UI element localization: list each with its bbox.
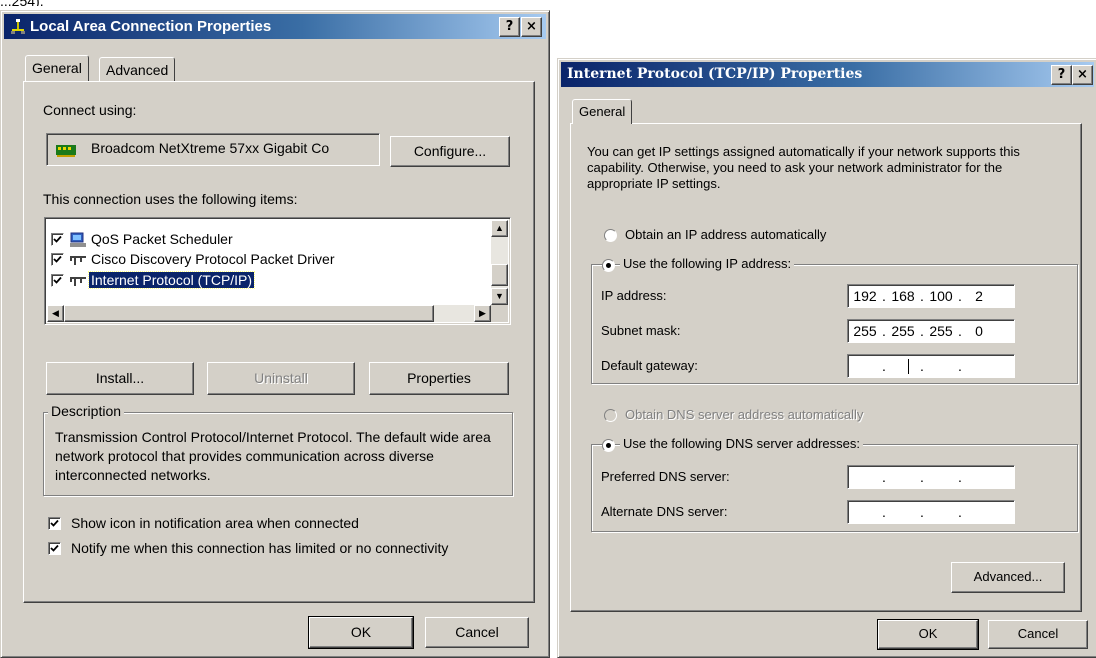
install-label: Install... (95, 370, 145, 386)
show-icon-label[interactable]: Show icon in notification area when conn… (71, 515, 359, 531)
description-group: Description Transmission Control Protoco… (43, 403, 513, 496)
help-button[interactable]: ? (1051, 65, 1072, 85)
scroll-left-arrow-icon[interactable]: ◀ (47, 305, 64, 322)
configure-button[interactable]: Configure... (390, 136, 510, 167)
ip-address-field[interactable]: 192 . 168 . 100 . 2 (847, 284, 1015, 308)
notify-checkbox[interactable] (48, 542, 61, 555)
vertical-scrollbar[interactable]: ▲ ▼ (491, 220, 508, 305)
tcpip-checkbox[interactable] (51, 274, 64, 287)
close-button[interactable]: × (521, 17, 542, 37)
auto-dns-label[interactable]: Obtain DNS server address automatically (625, 407, 863, 422)
cancel-button[interactable]: Cancel (988, 620, 1088, 649)
auto-ip-radio[interactable] (604, 229, 617, 242)
notify-label[interactable]: Notify me when this connection has limit… (71, 540, 448, 556)
subnet-mask-label: Subnet mask: (601, 323, 681, 338)
scroll-right-arrow-icon[interactable]: ▶ (474, 305, 491, 322)
manual-dns-label[interactable]: Use the following DNS server addresses: (620, 436, 863, 451)
ok-button[interactable]: OK (877, 619, 979, 650)
lan-title-bar[interactable]: Local Area Connection Properties ? × (4, 14, 546, 39)
manual-ip-label[interactable]: Use the following IP address: (620, 256, 795, 271)
lan-properties-window: Local Area Connection Properties ? × Gen… (0, 10, 550, 658)
help-button[interactable]: ? (499, 17, 520, 37)
horizontal-scrollbar[interactable]: ◀ ▶ (47, 305, 491, 322)
scroll-down-arrow-icon[interactable]: ▼ (491, 288, 508, 305)
cisco-cdp-label: Cisco Discovery Protocol Packet Driver (91, 251, 335, 267)
description-text: Transmission Control Protocol/Internet P… (55, 429, 491, 483)
cisco-cdp-checkbox[interactable] (51, 253, 64, 266)
manual-dns-radio[interactable] (602, 439, 615, 452)
properties-label: Properties (407, 370, 471, 386)
show-icon-checkbox[interactable] (48, 517, 61, 530)
alternate-dns-label: Alternate DNS server: (601, 504, 728, 519)
text-cursor (908, 359, 909, 374)
adapter-name: Broadcom NetXtreme 57xx Gigabit Co (91, 140, 330, 156)
cropped-text-fragment: ...254). (0, 0, 60, 6)
horizontal-scroll-thumb[interactable] (64, 305, 434, 322)
manual-ip-radio[interactable] (602, 259, 615, 272)
lan-window-title: Local Area Connection Properties (30, 18, 272, 35)
alternate-dns-field[interactable]: . . . (847, 500, 1015, 524)
advanced-label: Advanced... (973, 569, 1043, 584)
default-gateway-field[interactable]: . . . (847, 354, 1015, 378)
ok-button[interactable]: OK (308, 616, 414, 649)
tcpip-properties-window: Internet Protocol (TCP/IP) Properties ? … (557, 58, 1096, 658)
close-button[interactable]: × (1072, 65, 1093, 85)
tcpip-general-panel: You can get IP settings assigned automat… (570, 123, 1082, 612)
ok-label: OK (918, 626, 938, 641)
preferred-dns-field[interactable]: . . . (847, 465, 1015, 489)
subnet-mask-field[interactable]: 255 . 255 . 255 . 0 (847, 319, 1015, 343)
items-label: This connection uses the following items… (43, 191, 298, 207)
network-protocol-icon (70, 277, 86, 286)
install-button[interactable]: Install... (46, 362, 194, 395)
connect-using-label: Connect using: (43, 102, 137, 118)
cancel-label: Cancel (1017, 626, 1059, 641)
components-listbox[interactable]: QoS Packet Scheduler Cisco Discovery Pro… (44, 217, 511, 325)
scheduler-icon (70, 232, 86, 247)
qos-checkbox[interactable] (51, 233, 64, 246)
ip-address-label: IP address: (601, 288, 667, 303)
intro-text: You can get IP settings assigned automat… (587, 144, 1020, 191)
tcpip-window-title: Internet Protocol (TCP/IP) Properties (567, 66, 863, 82)
cancel-label: Cancel (455, 624, 499, 640)
tab-advanced[interactable]: Advanced (99, 57, 176, 81)
tcpip-label: Internet Protocol (TCP/IP) (87, 271, 256, 289)
network-adapter-icon (56, 145, 76, 157)
uninstall-label: Uninstall (254, 370, 308, 386)
scrollbar-corner (491, 305, 508, 322)
auto-ip-label[interactable]: Obtain an IP address automatically (625, 227, 826, 242)
properties-button[interactable]: Properties (369, 362, 509, 395)
network-connection-icon (11, 19, 25, 34)
general-tab-panel: Connect using: Broadcom NetXtreme 57xx G… (23, 81, 535, 603)
network-protocol-icon (70, 256, 86, 265)
default-gateway-label: Default gateway: (601, 358, 698, 373)
auto-dns-radio[interactable] (604, 409, 617, 422)
advanced-button[interactable]: Advanced... (951, 562, 1065, 593)
preferred-dns-label: Preferred DNS server: (601, 469, 730, 484)
ok-label: OK (350, 624, 372, 640)
uninstall-button[interactable]: Uninstall (207, 362, 355, 395)
tcpip-title-bar[interactable]: Internet Protocol (TCP/IP) Properties ? … (561, 62, 1094, 87)
configure-label: Configure... (413, 143, 487, 159)
vertical-scroll-thumb[interactable] (491, 264, 508, 286)
adapter-field: Broadcom NetXtreme 57xx Gigabit Co (46, 133, 380, 166)
tab-general[interactable]: General (25, 55, 89, 81)
scroll-up-arrow-icon[interactable]: ▲ (491, 220, 508, 237)
qos-label: QoS Packet Scheduler (91, 231, 233, 247)
description-legend: Description (48, 403, 125, 419)
cancel-button[interactable]: Cancel (425, 617, 529, 648)
tab-general[interactable]: General (572, 99, 633, 124)
